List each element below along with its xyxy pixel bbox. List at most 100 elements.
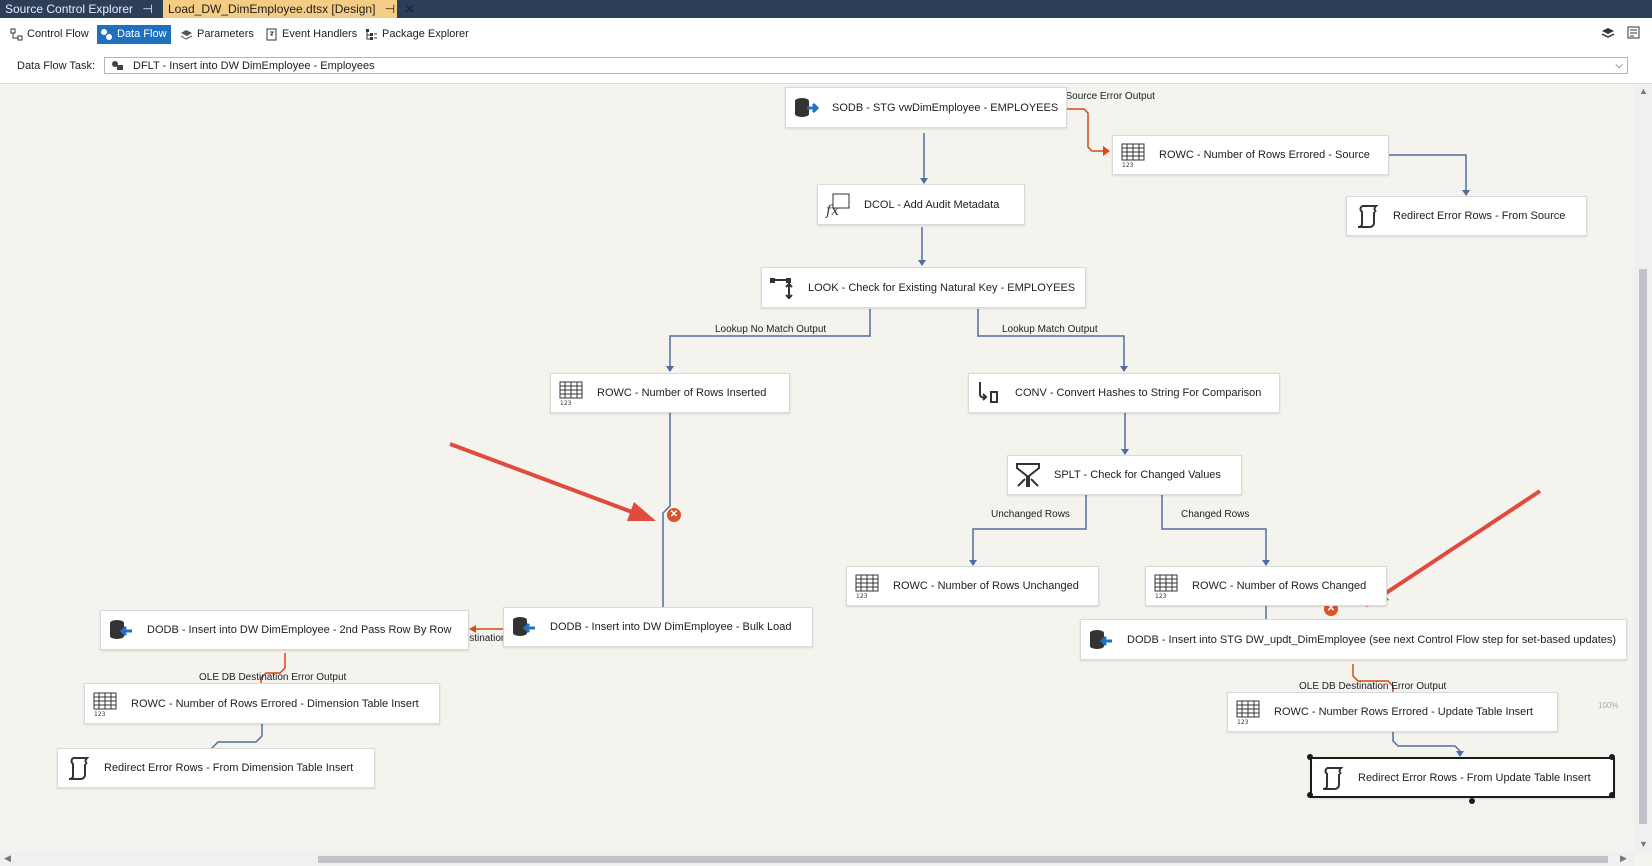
path-label-changed: Changed Rows (1181, 509, 1250, 520)
row-count-icon: 123 (1154, 574, 1178, 599)
tab-data-flow[interactable]: Data Flow (97, 25, 171, 44)
component-rowc-unchanged[interactable]: 123 ROWC - Number of Rows Unchanged (846, 566, 1099, 606)
component-dodb-bulk-load[interactable]: DODB - Insert into DW DimEmployee - Bulk… (503, 607, 813, 647)
component-label: DODB - Insert into DW DimEmployee - 2nd … (147, 624, 452, 636)
component-label: SODB - STG vwDimEmployee - EMPLOYEES (832, 101, 1059, 114)
control-flow-icon (10, 28, 23, 41)
ole-db-destination-icon (110, 620, 132, 639)
annotation-arrow-right (1378, 489, 1542, 599)
component-label: ROWC - Number Rows Errored - Update Tabl… (1274, 706, 1533, 718)
path-splt-unch (972, 495, 1087, 565)
component-label: Redirect Error Rows - From Update Table … (1358, 771, 1591, 784)
resize-handle[interactable] (1609, 754, 1615, 760)
component-redirect-from-source[interactable]: Redirect Error Rows - From Source (1346, 196, 1587, 236)
scroll-left-icon[interactable]: ◀ (4, 853, 11, 864)
scroll-right-icon[interactable]: ▶ (1620, 853, 1627, 864)
svg-text:123: 123 (94, 711, 106, 717)
component-label: ROWC - Number of Rows Errored - Source (1159, 149, 1370, 161)
component-sodb[interactable]: SODB - STG vwDimEmployee - EMPLOYEES (785, 87, 1067, 128)
resize-handle[interactable] (1307, 792, 1313, 798)
path-label-lookup-no-match: Lookup No Match Output (715, 324, 827, 335)
pin-icon[interactable]: ⊣ (142, 0, 152, 18)
data-flow-icon (101, 29, 112, 40)
variables-icon[interactable] (1626, 26, 1642, 40)
vertical-scrollbar[interactable]: ▲ ▼ (1634, 84, 1652, 854)
data-flow-task-row: Data Flow Task: DFLT - Insert into DW Di… (0, 49, 1652, 84)
package-explorer-icon (366, 29, 377, 40)
component-conv[interactable]: CONV - Convert Hashes to String For Comp… (968, 373, 1280, 413)
output-connector-handle[interactable] (1469, 798, 1475, 804)
component-redirect-from-update[interactable]: Redirect Error Rows - From Update Table … (1310, 757, 1615, 798)
path-label-lookup-match: Lookup Match Output (1002, 324, 1098, 335)
component-rowc-inserted[interactable]: 123 ROWC - Number of Rows Inserted (550, 373, 790, 413)
conditional-split-icon (1016, 463, 1040, 487)
ole-db-source-icon (795, 98, 819, 117)
data-flow-canvas[interactable]: OLE DB Source Error Output Lookup No Mat… (0, 84, 1652, 866)
close-icon[interactable]: ✕ (405, 0, 415, 18)
component-dodb-2nd-pass[interactable]: DODB - Insert into DW DimEmployee - 2nd … (100, 610, 469, 650)
tab-control-flow[interactable]: Control Flow (7, 25, 93, 44)
document-tab-bar: Source Control Explorer ⊣ Load_DW_DimEmp… (0, 0, 1652, 18)
svg-text:fx: fx (825, 203, 839, 218)
row-count-icon: 123 (1236, 700, 1260, 725)
package-icon[interactable] (1600, 26, 1616, 40)
tab-label: Source Control Explorer (5, 2, 134, 16)
scroll-down-icon[interactable]: ▼ (1639, 839, 1648, 849)
tab-label: Load_DW_DimEmployee.dtsx [Design] (168, 2, 376, 16)
script-icon (68, 757, 90, 780)
component-dodb-stg-update[interactable]: DODB - Insert into STG DW_updt_DimEmploy… (1080, 619, 1627, 660)
horizontal-scrollbar[interactable]: ◀ ▶ (0, 852, 1634, 866)
pin-icon[interactable]: ⊣ (385, 0, 395, 18)
annotation-arrow-left (449, 442, 641, 517)
tab-parameters[interactable]: Parameters (177, 25, 258, 44)
data-flow-task-value: DFLT - Insert into DW DimEmployee - Empl… (133, 60, 375, 72)
component-label: SPLT - Check for Changed Values (1054, 469, 1221, 481)
component-label: DODB - Insert into DW DimEmployee - Bulk… (550, 621, 792, 633)
component-label: Redirect Error Rows - From Source (1393, 210, 1566, 222)
row-count-icon: 123 (93, 692, 117, 717)
component-splt[interactable]: SPLT - Check for Changed Values (1007, 455, 1242, 495)
resize-handle[interactable] (1609, 792, 1615, 798)
data-conversion-icon (979, 382, 998, 403)
scroll-up-icon[interactable]: ▲ (1639, 86, 1648, 96)
row-count-icon: 123 (855, 574, 879, 599)
component-rowc-errored-update[interactable]: 123 ROWC - Number Rows Errored - Update … (1227, 692, 1558, 732)
component-rowc-errored-source[interactable]: 123 ROWC - Number of Rows Errored - Sour… (1112, 135, 1389, 175)
parameters-label: Parameters (197, 28, 254, 40)
horizontal-scroll-thumb[interactable] (318, 856, 1608, 863)
svg-text:123: 123 (1237, 719, 1249, 725)
script-icon (1322, 767, 1344, 790)
component-label: ROWC - Number of Rows Errored - Dimensio… (131, 697, 419, 710)
component-label: ROWC - Number of Rows Unchanged (893, 580, 1079, 592)
component-look[interactable]: LOOK - Check for Existing Natural Key - … (761, 267, 1086, 308)
error-icon[interactable]: ✕ (667, 508, 681, 522)
component-dcol[interactable]: fx DCOL - Add Audit Metadata (817, 184, 1025, 225)
component-label: CONV - Convert Hashes to String For Comp… (1015, 387, 1262, 399)
tab-event-handlers[interactable]: Event Handlers (262, 25, 361, 44)
tab-load-dw-dimemployee[interactable]: Load_DW_DimEmployee.dtsx [Design] ⊣ ✕ (163, 0, 415, 18)
tab-package-explorer[interactable]: Package Explorer (362, 25, 473, 44)
data-flow-task-select[interactable]: DFLT - Insert into DW DimEmployee - Empl… (104, 57, 1628, 74)
event-handlers-icon (266, 28, 277, 41)
component-rowc-changed[interactable]: 123 ROWC - Number of Rows Changed (1145, 566, 1387, 606)
tab-source-control-explorer[interactable]: Source Control Explorer ⊣ (0, 0, 163, 18)
chevron-down-icon[interactable]: ⌵ (1615, 58, 1623, 73)
zoom-level: 100% (1598, 701, 1619, 710)
script-icon (1357, 205, 1379, 228)
component-label: LOOK - Check for Existing Natural Key - … (808, 281, 1076, 294)
path-look-conv (977, 309, 1125, 371)
lookup-icon (770, 278, 793, 300)
component-rowc-errored-dim[interactable]: 123 ROWC - Number of Rows Errored - Dime… (84, 683, 440, 724)
data-flow-label: Data Flow (117, 28, 167, 40)
resize-handle[interactable] (1307, 754, 1313, 760)
component-label: ROWC - Number of Rows Inserted (597, 387, 767, 399)
vertical-scroll-thumb[interactable] (1639, 269, 1647, 824)
svg-text:123: 123 (1122, 162, 1134, 168)
package-explorer-label: Package Explorer (382, 28, 469, 40)
err-path-sodb-rowc (1067, 108, 1105, 152)
component-label: DCOL - Add Audit Metadata (864, 198, 1000, 211)
component-redirect-from-dim[interactable]: Redirect Error Rows - From Dimension Tab… (57, 748, 375, 788)
svg-text:123: 123 (560, 400, 572, 406)
component-label: ROWC - Number of Rows Changed (1192, 580, 1367, 592)
path-label-ole-dest-error: OLE DB Destination Error Output (1299, 681, 1447, 692)
